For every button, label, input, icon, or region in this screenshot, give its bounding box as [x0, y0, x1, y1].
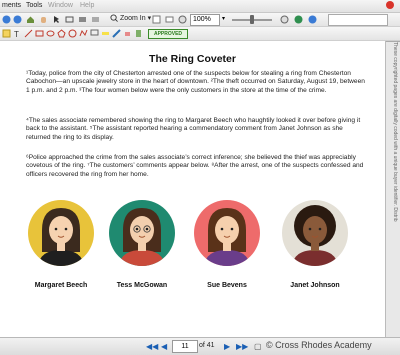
- page-count-label: of 41: [199, 342, 215, 349]
- fit-page-icon[interactable]: [152, 15, 161, 24]
- last-page-icon[interactable]: ▶▶: [236, 342, 248, 351]
- callout-tool-icon[interactable]: [90, 29, 99, 38]
- svg-text:T: T: [14, 30, 19, 38]
- text-select-icon[interactable]: [65, 15, 74, 24]
- home-icon[interactable]: [26, 15, 35, 24]
- pencil-tool-icon[interactable]: [112, 29, 121, 38]
- eraser-tool-icon[interactable]: [123, 29, 132, 38]
- next-page-icon[interactable]: ▶: [224, 342, 230, 351]
- zoom-out-icon[interactable]: [178, 15, 187, 24]
- suspect-avatar: [28, 200, 94, 266]
- cloud-tool-icon[interactable]: [68, 29, 77, 38]
- first-page-icon[interactable]: ◀◀: [146, 342, 158, 351]
- menu-item-window[interactable]: Window: [48, 2, 73, 9]
- search-input[interactable]: [328, 14, 388, 26]
- polygon-tool-icon[interactable]: [57, 29, 66, 38]
- suspect-name: Sue Bevens: [207, 282, 247, 289]
- polyline-tool-icon[interactable]: [79, 29, 88, 38]
- page-number-input[interactable]: 11: [172, 340, 198, 353]
- select-tool-icon[interactable]: [52, 15, 61, 24]
- suspect-avatar: [194, 200, 260, 266]
- suspect-name: Margaret Beech: [34, 282, 88, 289]
- previous-page-icon[interactable]: ◀: [161, 342, 167, 351]
- suspect-avatar: [109, 200, 175, 266]
- line-tool-icon[interactable]: [24, 29, 33, 38]
- snapshot-alt-icon[interactable]: [91, 15, 100, 24]
- globe-icon[interactable]: [294, 15, 303, 24]
- copyright-side-note: These copyrighted pages are digitally co…: [392, 42, 398, 222]
- fit-width-icon[interactable]: [165, 15, 174, 24]
- page-title: The Ring Coveter: [149, 53, 236, 65]
- main-toolbar: Zoom In ▾ 100% ▾: [0, 13, 400, 27]
- suspect-avatar: [282, 200, 348, 266]
- paragraph-2: ⁴The sales associate remembered showing …: [26, 117, 361, 141]
- stamp-tool-icon[interactable]: [134, 29, 143, 38]
- document-page: The Ring Coveter ¹Today, police from the…: [0, 41, 386, 337]
- close-icon[interactable]: [386, 1, 394, 9]
- forward-icon[interactable]: [13, 15, 22, 24]
- zoom-level-field[interactable]: 100%: [190, 14, 220, 26]
- suspect-name: Tess McGowan: [116, 282, 168, 289]
- menu-item-help[interactable]: Help: [80, 2, 94, 9]
- paragraph-1: ¹Today, police from the city of Chestert…: [26, 70, 365, 94]
- zoom-dropdown-icon[interactable]: ▾: [222, 15, 225, 22]
- fit-view-icon[interactable]: ▢: [254, 342, 262, 351]
- note-icon[interactable]: [2, 29, 11, 38]
- ellipse-tool-icon[interactable]: [46, 29, 55, 38]
- back-icon[interactable]: [2, 15, 11, 24]
- zoom-in-button[interactable]: Zoom In ▾: [110, 14, 151, 23]
- zoom-slider-thumb[interactable]: [250, 15, 254, 24]
- menu-bar: ments Tools Window Help: [0, 0, 400, 13]
- magnifier-icon: [110, 14, 118, 23]
- copyright-watermark: © Cross Rhodes Academy: [266, 340, 372, 350]
- menu-item-comments[interactable]: ments: [2, 2, 21, 9]
- menu-item-tools[interactable]: Tools: [26, 2, 42, 9]
- snapshot-icon[interactable]: [78, 15, 87, 24]
- approved-stamp-button[interactable]: APPROVED: [148, 29, 188, 39]
- zoom-plus-icon[interactable]: [280, 15, 289, 24]
- zoom-in-label: Zoom In: [119, 15, 146, 22]
- paragraph-3: ⁶Police approached the crime from the sa…: [26, 154, 364, 178]
- highlight-tool-icon[interactable]: [101, 29, 110, 38]
- text-tool-icon[interactable]: T: [13, 29, 22, 38]
- rectangle-tool-icon[interactable]: [35, 29, 44, 38]
- hand-tool-icon[interactable]: [39, 15, 48, 24]
- markup-toolbar: T APPROVED: [0, 27, 400, 41]
- suspect-name: Janet Johnson: [290, 282, 340, 289]
- web-icon[interactable]: [308, 15, 317, 24]
